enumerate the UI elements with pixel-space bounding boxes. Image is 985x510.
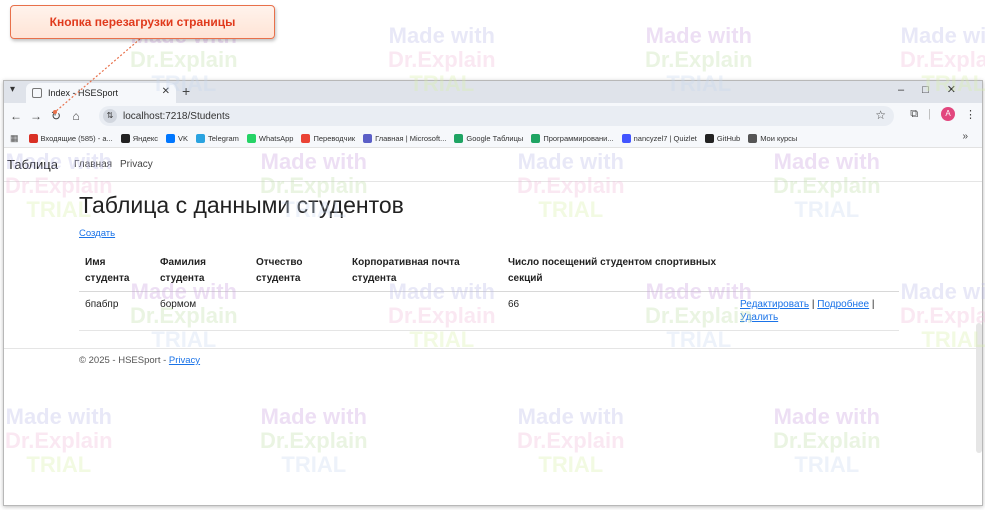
callout-annotation: Кнопка перезагрузки страницы [10,5,275,39]
callout-pointer [53,38,141,114]
callout-text: Кнопка перезагрузки страницы [49,15,236,29]
